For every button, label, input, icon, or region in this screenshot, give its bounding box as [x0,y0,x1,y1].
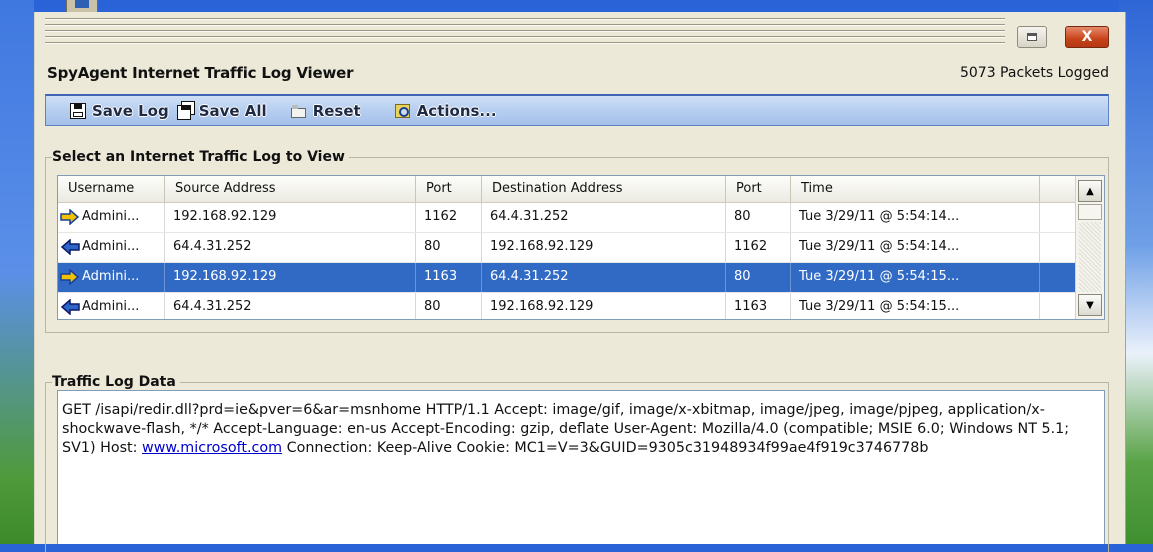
incoming-arrow-icon [60,299,80,315]
close-button[interactable]: X [1065,26,1109,48]
save-log-button[interactable]: Save Log [70,102,169,120]
cell-time: Tue 3/29/11 @ 5:54:15... [791,263,1040,292]
save-log-label: Save Log [92,101,169,120]
cell-source-address: 64.4.31.252 [165,233,416,262]
cell-source-address: 192.168.92.129 [165,263,416,292]
column-header-destination-port[interactable]: Port [726,176,791,202]
arrow-down-icon: ▼ [1086,299,1094,311]
cell-destination-port: 80 [726,203,791,232]
username-text: Admini... [82,239,140,254]
cell-username: Admini... [58,203,165,232]
cell-filler [1040,233,1076,262]
scroll-track[interactable] [1079,222,1101,292]
magnifier-icon [394,103,411,119]
reset-button[interactable]: Reset [281,102,361,120]
traffic-data-text-end: Connection: Keep-Alive Cookie: MC1=V=3&G… [282,440,929,456]
cell-destination-port: 80 [726,263,791,292]
incoming-arrow-icon [60,239,80,255]
column-header-destination-address[interactable]: Destination Address [482,176,726,202]
multiple-floppy-disks-icon [176,100,195,120]
column-header-time[interactable]: Time [791,176,1040,202]
cell-source-port: 1163 [416,263,482,292]
cell-destination-address: 192.168.92.129 [482,293,726,319]
outgoing-arrow-icon [60,209,80,225]
table-row[interactable]: Admini... 192.168.92.129 1162 64.4.31.252 80… [58,203,1076,233]
host-link[interactable]: www.microsoft.com [142,440,282,456]
scroll-down-button[interactable]: ▼ [1078,294,1102,316]
cell-time: Tue 3/29/11 @ 5:54:15... [791,293,1040,319]
cell-source-port: 80 [416,233,482,262]
username-text: Admini... [82,269,140,284]
arrow-up-icon: ▲ [1086,185,1094,197]
cell-destination-address: 64.4.31.252 [482,203,726,232]
desktop-background-left [0,0,34,544]
username-text: Admini... [82,299,140,314]
reset-label: Reset [312,101,361,120]
cell-source-port: 1162 [416,203,482,232]
scroll-thumb[interactable] [1078,204,1102,220]
cell-destination-port: 1163 [726,293,791,319]
window-title: SpyAgent Internet Traffic Log Viewer [47,64,354,82]
packets-logged-count: 5073 Packets Logged [959,65,1109,81]
toolbar: Save Log Save All Reset Actions... [45,94,1109,126]
traffic-data-group-title: Traffic Log Data [52,374,180,390]
table-row[interactable]: Admini... 64.4.31.252 80 192.168.92.129 1162… [58,233,1076,263]
restore-button[interactable] [1017,26,1047,48]
outgoing-arrow-icon [60,269,80,285]
cell-username: Admini... [58,263,165,292]
cell-source-address: 192.168.92.129 [165,203,416,232]
cell-filler [1040,263,1076,292]
column-header-source-port[interactable]: Port [416,176,482,202]
list-vertical-scrollbar[interactable]: ▲ ▼ [1075,176,1104,319]
list-rows: Admini... 192.168.92.129 1162 64.4.31.252 80… [58,203,1076,319]
cell-time: Tue 3/29/11 @ 5:54:14... [791,203,1040,232]
cell-destination-address: 64.4.31.252 [482,263,726,292]
restore-icon [1027,33,1037,41]
floppy-disk-icon [70,102,86,119]
cell-source-port: 80 [416,293,482,319]
log-selection-group-title: Select an Internet Traffic Log to View [52,149,349,165]
username-text: Admini... [82,209,140,224]
cell-time: Tue 3/29/11 @ 5:54:14... [791,233,1040,262]
traffic-log-grid: Username Source Address Port Destination… [58,176,1076,319]
title-bar-grip[interactable] [45,18,1005,48]
column-header-source-address[interactable]: Source Address [165,176,416,202]
actions-label: Actions... [416,101,497,120]
cell-username: Admini... [58,233,165,262]
list-header: Username Source Address Port Destination… [58,176,1076,203]
close-icon: X [1081,29,1093,45]
folder-icon [290,103,307,119]
traffic-log-data-text[interactable]: GET /isapi/redir.dll?prd=ie&pver=6&ar=ms… [57,390,1105,544]
cell-source-address: 64.4.31.252 [165,293,416,319]
save-all-label: Save All [198,101,267,120]
actions-button[interactable]: Actions... [394,101,497,120]
cell-filler [1040,203,1076,232]
cell-destination-port: 1162 [726,233,791,262]
table-row[interactable]: Admini... 192.168.92.129 1163 64.4.31.252 80… [58,263,1076,293]
cell-username: Admini... [58,293,165,319]
traffic-log-list[interactable]: Username Source Address Port Destination… [57,175,1105,320]
cell-filler [1040,293,1076,319]
cell-destination-address: 192.168.92.129 [482,233,726,262]
scroll-up-button[interactable]: ▲ [1078,180,1102,202]
table-row[interactable]: Admini... 64.4.31.252 80 192.168.92.129 1163… [58,293,1076,319]
column-header-username[interactable]: Username [58,176,165,202]
column-header-filler [1040,176,1076,202]
save-all-button[interactable]: Save All [176,100,267,120]
traffic-log-viewer-window: X SpyAgent Internet Traffic Log Viewer 5… [34,12,1126,552]
